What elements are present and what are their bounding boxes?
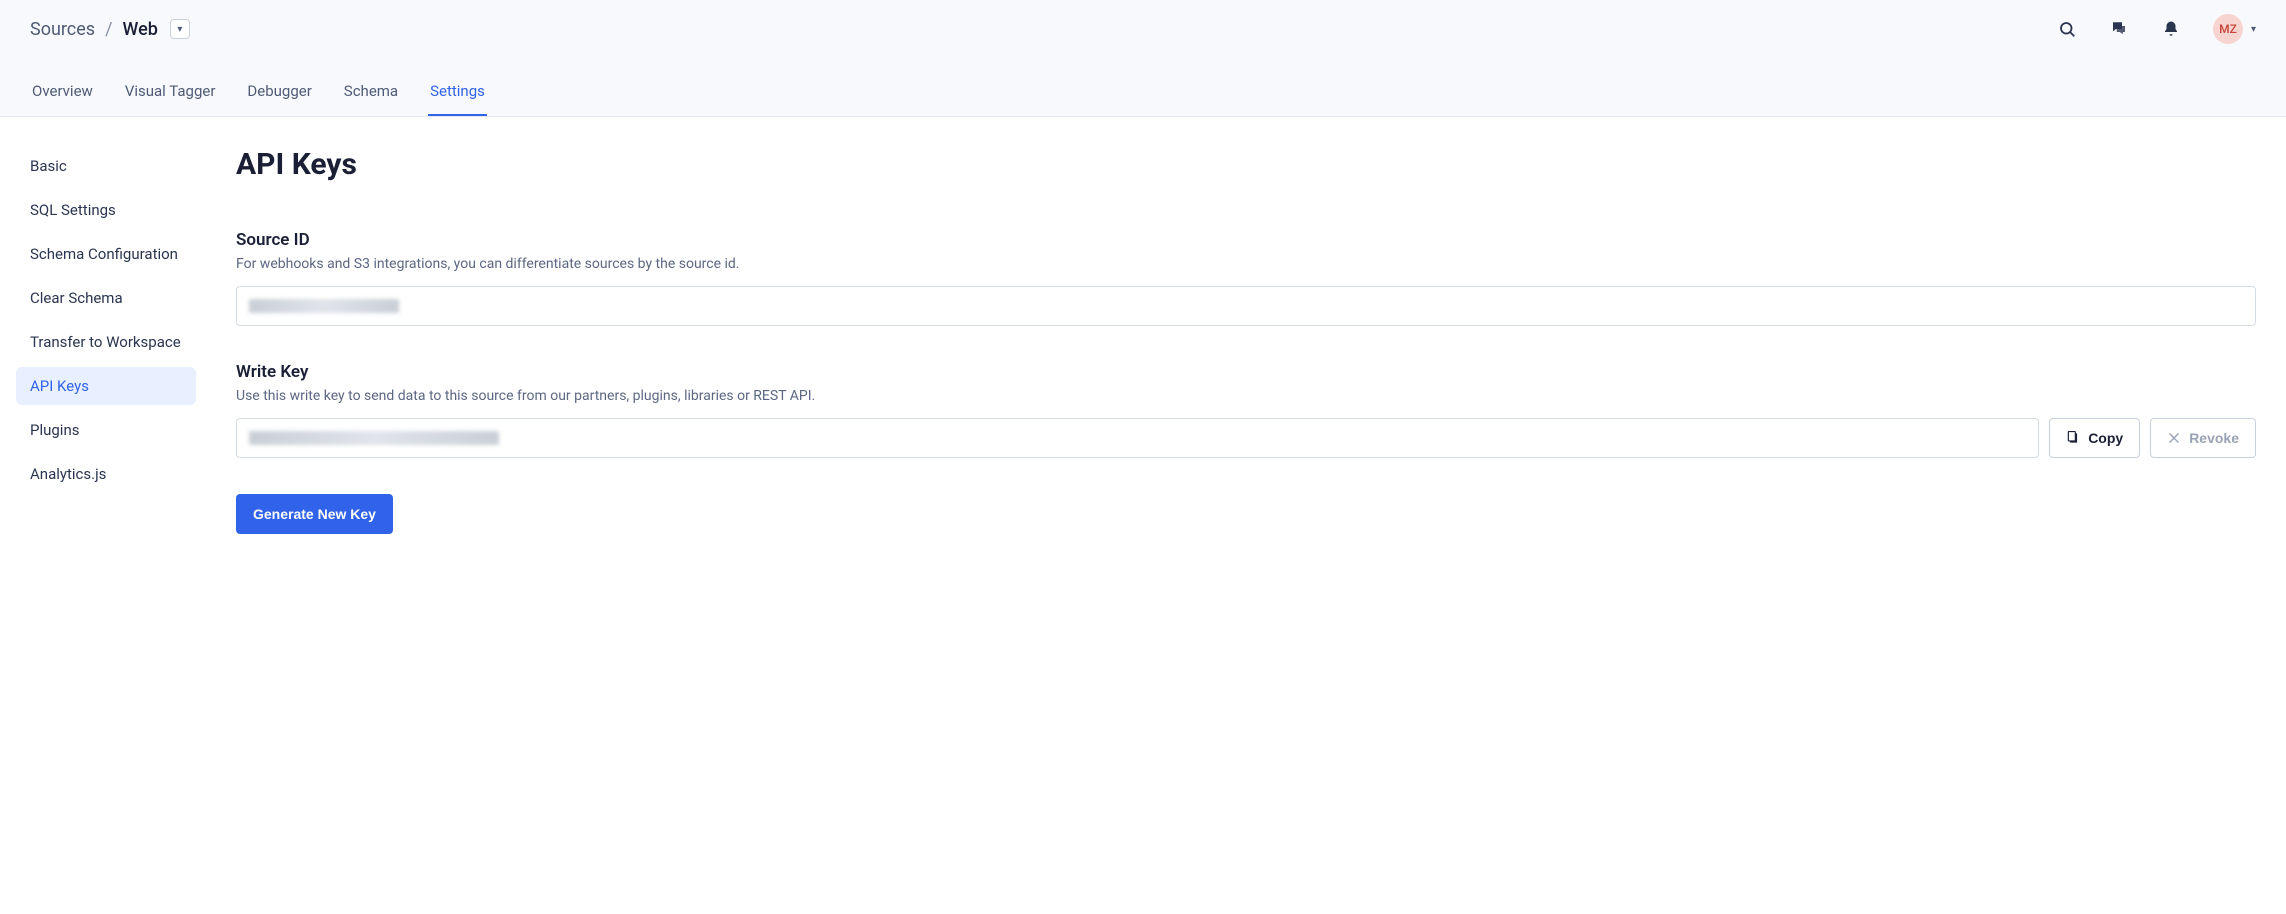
breadcrumb-dropdown[interactable]: ▾	[170, 19, 190, 39]
tab-visual-tagger[interactable]: Visual Tagger	[123, 72, 218, 116]
close-icon	[2167, 431, 2181, 445]
sidebar-item-transfer-to-workspace[interactable]: Transfer to Workspace	[16, 323, 196, 361]
sidebar-item-clear-schema[interactable]: Clear Schema	[16, 279, 196, 317]
clipboard-icon	[2066, 431, 2080, 445]
sidebar-item-sql-settings[interactable]: SQL Settings	[16, 191, 196, 229]
sidebar-item-basic[interactable]: Basic	[16, 147, 196, 185]
source-id-field[interactable]	[236, 286, 2256, 326]
write-key-field[interactable]	[236, 418, 2039, 458]
section-write-key: Write Key Use this write key to send dat…	[236, 362, 2256, 458]
tab-overview[interactable]: Overview	[30, 72, 95, 116]
write-key-value-redacted	[249, 431, 499, 445]
write-key-subtext: Use this write key to send data to this …	[236, 388, 2256, 404]
source-id-subtext: For webhooks and S3 integrations, you ca…	[236, 256, 2256, 272]
copy-button-label: Copy	[2088, 430, 2123, 446]
sidebar-item-plugins[interactable]: Plugins	[16, 411, 196, 449]
chat-icon[interactable]	[2109, 19, 2129, 39]
copy-button[interactable]: Copy	[2049, 418, 2140, 458]
settings-side-nav: Basic SQL Settings Schema Configuration …	[16, 147, 196, 534]
settings-content: API Keys Source ID For webhooks and S3 i…	[236, 147, 2256, 534]
breadcrumb-current: Web	[123, 19, 158, 40]
revoke-button-label: Revoke	[2189, 430, 2239, 446]
tab-debugger[interactable]: Debugger	[245, 72, 313, 116]
bell-icon[interactable]	[2161, 19, 2181, 39]
header-actions: MZ ▾	[2057, 14, 2256, 44]
page-title: API Keys	[236, 147, 2256, 182]
tab-schema[interactable]: Schema	[342, 72, 400, 116]
page-header: Sources / Web ▾ MZ ▾ Overview Visual	[0, 0, 2286, 117]
tab-bar: Overview Visual Tagger Debugger Schema S…	[30, 72, 2256, 116]
source-id-heading: Source ID	[236, 230, 2256, 250]
sidebar-item-analytics-js[interactable]: Analytics.js	[16, 455, 196, 493]
section-source-id: Source ID For webhooks and S3 integratio…	[236, 230, 2256, 326]
write-key-heading: Write Key	[236, 362, 2256, 382]
user-menu[interactable]: MZ ▾	[2213, 14, 2256, 44]
avatar: MZ	[2213, 14, 2243, 44]
breadcrumb-parent[interactable]: Sources	[30, 19, 95, 40]
sidebar-item-schema-configuration[interactable]: Schema Configuration	[16, 235, 196, 273]
header-top-row: Sources / Web ▾ MZ ▾	[30, 0, 2256, 52]
tab-settings[interactable]: Settings	[428, 72, 487, 116]
breadcrumb: Sources / Web ▾	[30, 19, 190, 40]
chevron-down-icon: ▾	[2251, 24, 2256, 35]
chevron-down-icon: ▾	[177, 24, 182, 35]
search-icon[interactable]	[2057, 19, 2077, 39]
sidebar-item-api-keys[interactable]: API Keys	[16, 367, 196, 405]
revoke-button[interactable]: Revoke	[2150, 418, 2256, 458]
generate-new-key-button[interactable]: Generate New Key	[236, 494, 393, 534]
generate-button-label: Generate New Key	[253, 506, 376, 522]
breadcrumb-separator: /	[105, 19, 112, 40]
source-id-value-redacted	[249, 299, 399, 313]
page-body: Basic SQL Settings Schema Configuration …	[0, 117, 2286, 574]
